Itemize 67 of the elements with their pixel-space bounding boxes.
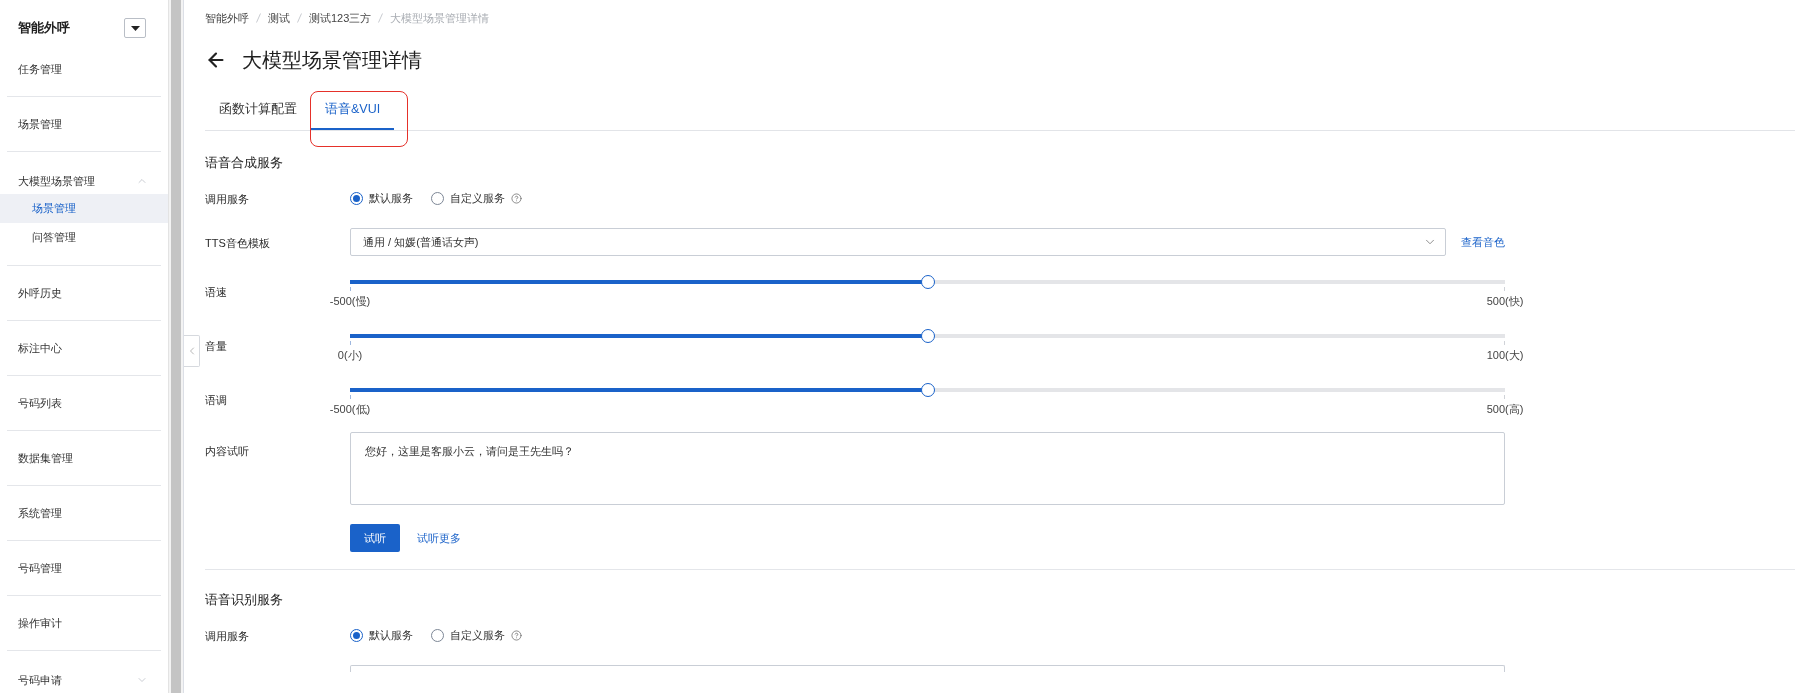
sidebar-item[interactable]: 系统管理 <box>0 486 168 540</box>
sidebar-item[interactable]: 操作审计 <box>0 596 168 650</box>
slider-min-label: -500(低) <box>329 402 371 416</box>
field-label: 内容试听 <box>205 445 249 457</box>
tab[interactable]: 语音&VUI <box>311 91 395 130</box>
sidebar-title: 智能外呼 <box>18 19 70 37</box>
slider-max-label: 500(快) <box>1486 294 1524 308</box>
tick-mark <box>350 395 351 399</box>
radio-label: 自定义服务 <box>450 627 505 643</box>
separator-icon <box>378 13 384 23</box>
field-label: 语调 <box>205 394 227 406</box>
sidebar-group[interactable]: 大模型场景管理 <box>0 152 168 194</box>
separator-icon <box>297 13 302 23</box>
slider-max-label: 100(大) <box>1486 348 1524 362</box>
tick-mark <box>350 287 351 291</box>
sidebar-item[interactable]: 数据集管理 <box>0 431 168 485</box>
link[interactable]: 查看音色 <box>1461 233 1505 251</box>
breadcrumb-link[interactable]: 测试123三方 <box>309 9 372 27</box>
field-label: 调用服务 <box>205 630 249 642</box>
radio-label: 自定义服务 <box>450 190 505 206</box>
slider-thumb[interactable] <box>920 275 935 289</box>
field-label: 调用服务 <box>205 193 249 205</box>
help-icon[interactable] <box>511 629 522 641</box>
sidebar-subitem[interactable]: 问答管理 <box>0 223 168 252</box>
sidebar-subitem[interactable]: 场景管理 <box>0 194 168 223</box>
section-title: 语音识别服务 <box>205 593 283 607</box>
collapse-handle[interactable] <box>184 335 200 367</box>
radio-label: 默认服务 <box>369 627 413 643</box>
radio-button[interactable] <box>350 628 363 642</box>
sidebar-item[interactable]: 任务管理 <box>0 42 168 96</box>
slider-min-label: 0(小) <box>337 348 363 362</box>
breadcrumb-link[interactable]: 智能外呼 <box>205 9 249 27</box>
radio-button[interactable] <box>431 628 444 642</box>
link[interactable]: 试听更多 <box>417 529 461 547</box>
input-field[interactable] <box>350 665 1505 672</box>
field-label: 语速 <box>205 286 227 298</box>
sidebar-item[interactable]: 号码列表 <box>0 376 168 430</box>
breadcrumb-link[interactable]: 测试 <box>268 9 290 27</box>
caret-down-icon <box>130 25 140 31</box>
radio-label: 默认服务 <box>369 190 413 206</box>
page-title: 大模型场景管理详情 <box>242 48 422 73</box>
separator-icon <box>256 13 261 23</box>
tick-mark <box>1504 341 1505 345</box>
sidebar-item[interactable]: 外呼历史 <box>0 266 168 320</box>
field-label: TTS音色模板 <box>205 237 270 249</box>
dropdown-button[interactable] <box>124 18 146 38</box>
tick-mark <box>350 341 351 345</box>
tick-mark <box>1504 395 1505 399</box>
sidebar-item[interactable]: 场景管理 <box>0 97 168 151</box>
sidebar-group[interactable]: 号码申请 <box>0 651 168 693</box>
slider-thumb[interactable] <box>920 383 935 397</box>
radio-button[interactable] <box>431 191 444 205</box>
field-label: 音量 <box>205 340 227 352</box>
help-icon[interactable] <box>511 192 522 204</box>
slider-max-label: 500(高) <box>1486 402 1524 416</box>
select-field[interactable]: 通用 / 知媛(普通话女声) <box>350 228 1446 256</box>
tab[interactable]: 函数计算配置 <box>205 91 311 130</box>
section-title: 语音合成服务 <box>205 156 283 170</box>
textarea-field[interactable]: 您好，这里是客服小云，请问是王先生吗？ <box>350 432 1505 505</box>
slider-thumb[interactable] <box>920 329 935 343</box>
slider-min-label: -500(慢) <box>329 294 371 308</box>
play-button[interactable]: 试听 <box>350 524 400 552</box>
breadcrumb-current: 大模型场景管理详情 <box>390 10 490 26</box>
sidebar-item[interactable]: 号码管理 <box>0 541 168 595</box>
tick-mark <box>1504 287 1505 291</box>
sidebar-item[interactable]: 标注中心 <box>0 321 168 375</box>
radio-button[interactable] <box>350 191 363 205</box>
